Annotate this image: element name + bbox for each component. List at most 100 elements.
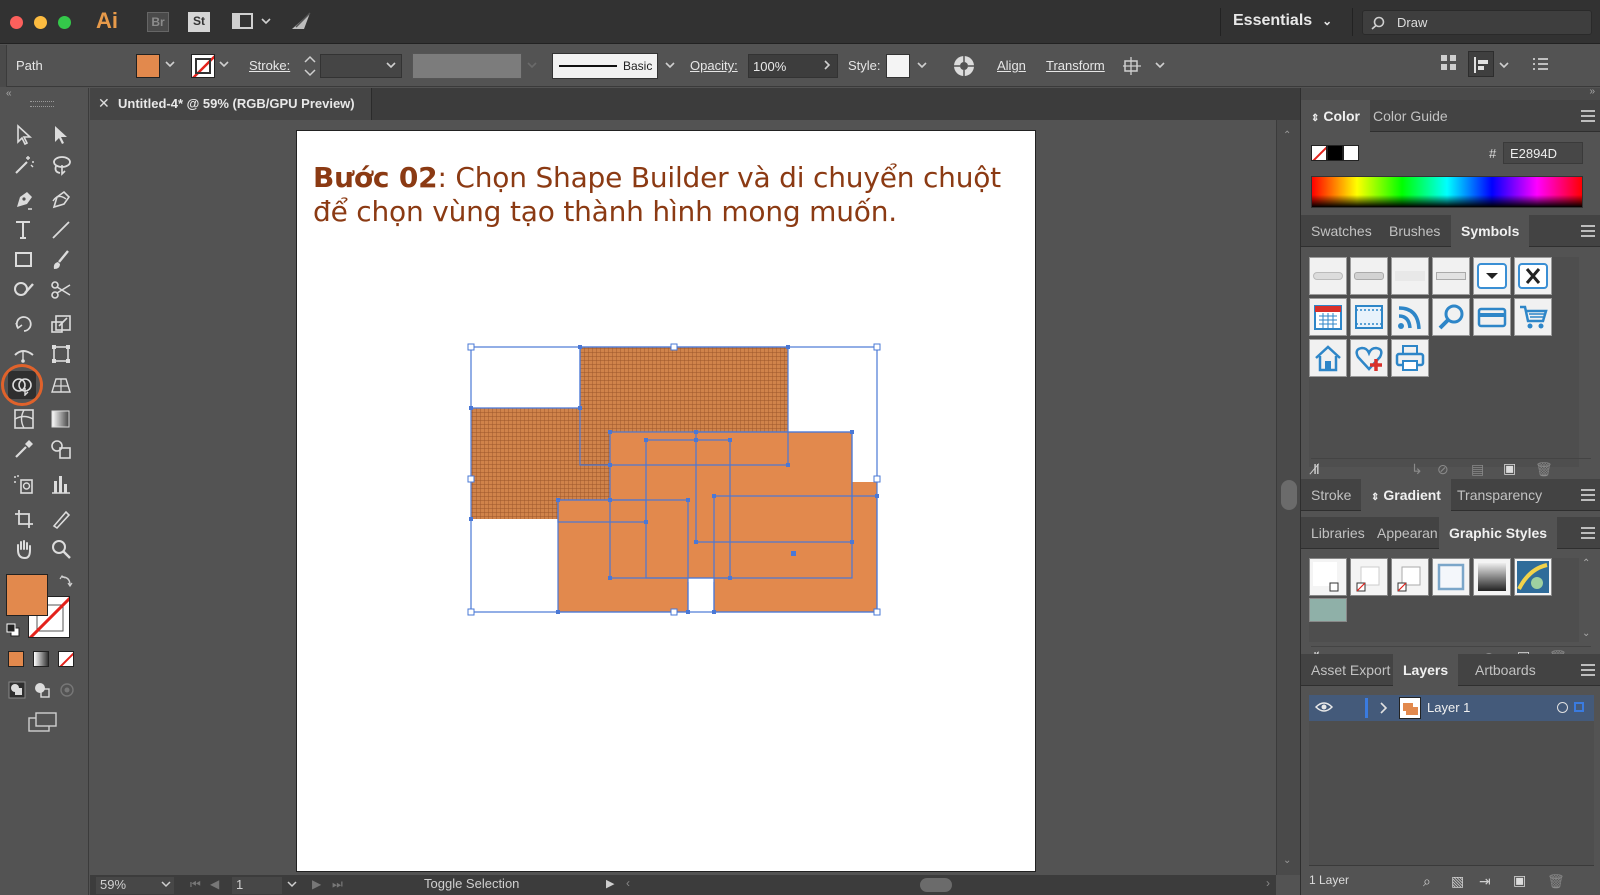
draw-behind-icon[interactable] bbox=[33, 681, 51, 699]
color-none-swatch[interactable] bbox=[1311, 145, 1327, 161]
layer-target-icon[interactable] bbox=[1557, 702, 1568, 713]
color-mode-button[interactable] bbox=[8, 651, 24, 667]
color-panel-menu-icon[interactable] bbox=[1581, 110, 1595, 122]
fill-color-swatch[interactable] bbox=[136, 54, 160, 78]
new-sublayer-icon[interactable]: ⇥ bbox=[1479, 873, 1491, 890]
tab-gradient[interactable]: ⇕ Gradient bbox=[1361, 479, 1451, 511]
variable-width-profile[interactable] bbox=[412, 53, 522, 79]
draw-normal-icon[interactable] bbox=[8, 681, 26, 699]
graphic-style-default[interactable] bbox=[1309, 558, 1347, 596]
scroll-thumb[interactable] bbox=[1281, 480, 1297, 510]
zoom-window-button[interactable] bbox=[58, 16, 71, 29]
stroke-dropdown-chevron-icon[interactable] bbox=[218, 58, 230, 70]
fill-dropdown-chevron-icon[interactable] bbox=[164, 58, 176, 70]
symbol-button-4[interactable] bbox=[1432, 257, 1470, 295]
heart-add-icon[interactable] bbox=[1350, 339, 1388, 377]
symbol-options-icon[interactable]: ▤ bbox=[1471, 461, 1484, 478]
draw-inside-icon[interactable] bbox=[58, 681, 76, 699]
place-symbol-icon[interactable]: ↳ bbox=[1411, 461, 1423, 478]
tab-graphic-styles[interactable]: Graphic Styles bbox=[1439, 517, 1558, 549]
graphic-style-blue-frame[interactable] bbox=[1432, 558, 1470, 596]
collapse-toolbar-icon[interactable]: « bbox=[6, 88, 12, 99]
tab-color[interactable]: ⇕ Color bbox=[1301, 100, 1370, 132]
selection-tool-icon[interactable] bbox=[10, 121, 38, 149]
break-link-icon[interactable]: ⊘ bbox=[1437, 461, 1449, 478]
shaper-tool-icon[interactable] bbox=[10, 276, 38, 304]
direct-selection-tool-icon[interactable] bbox=[47, 121, 75, 149]
hex-input[interactable]: E2894D bbox=[1503, 142, 1583, 164]
control-bar-grip[interactable] bbox=[0, 45, 7, 87]
delete-symbol-icon[interactable]: 🗑 bbox=[1535, 461, 1553, 478]
tab-stroke[interactable]: Stroke bbox=[1301, 479, 1361, 511]
tab-libraries[interactable]: Libraries bbox=[1301, 517, 1375, 549]
search-input[interactable]: Draw bbox=[1362, 10, 1592, 35]
free-transform-tool-icon[interactable] bbox=[47, 340, 75, 368]
align-link[interactable]: Align bbox=[997, 58, 1026, 73]
artboard-chevron-icon[interactable] bbox=[286, 878, 298, 890]
delete-layer-icon[interactable]: 🗑 bbox=[1547, 873, 1565, 890]
gpu-performance-icon[interactable] bbox=[290, 11, 314, 33]
magic-wand-tool-icon[interactable] bbox=[10, 151, 38, 179]
tab-brushes[interactable]: Brushes bbox=[1379, 215, 1450, 247]
tab-symbols[interactable]: Symbols bbox=[1451, 215, 1530, 247]
layer-row[interactable]: Layer 1 bbox=[1309, 695, 1594, 721]
recolor-artwork-icon[interactable] bbox=[952, 54, 976, 78]
locate-object-icon[interactable]: ⌕ bbox=[1423, 873, 1431, 890]
close-window-button[interactable] bbox=[10, 16, 23, 29]
credit-card-icon[interactable] bbox=[1473, 298, 1511, 336]
layers-panel-menu-icon[interactable] bbox=[1581, 664, 1595, 676]
new-symbol-icon[interactable]: ▣ bbox=[1503, 460, 1516, 477]
color-spectrum[interactable] bbox=[1311, 176, 1583, 208]
symbol-sprayer-tool-icon[interactable] bbox=[10, 470, 38, 498]
scroll-up-icon[interactable]: ⌃ bbox=[1283, 130, 1291, 141]
symbol-libraries-menu-icon[interactable]: Ⅱ̸ bbox=[1313, 461, 1320, 478]
brush-definition[interactable]: Basic bbox=[552, 53, 658, 79]
eyedropper-tool-icon[interactable] bbox=[10, 435, 38, 463]
color-black-swatch[interactable] bbox=[1327, 145, 1343, 161]
graphic-style-swatch[interactable] bbox=[886, 54, 910, 78]
last-artboard-icon[interactable]: ⏭ bbox=[332, 877, 343, 892]
shopping-cart-icon[interactable] bbox=[1514, 298, 1552, 336]
slice-tool-icon[interactable] bbox=[47, 505, 75, 533]
expand-layer-chevron-icon[interactable] bbox=[1379, 701, 1389, 715]
new-layer-icon[interactable]: ▣ bbox=[1513, 872, 1526, 889]
graphic-style-shadow-2[interactable] bbox=[1391, 558, 1429, 596]
rotate-tool-icon[interactable] bbox=[10, 310, 38, 338]
film-strip-icon[interactable] bbox=[1350, 298, 1388, 336]
isolate-selected-icon[interactable] bbox=[1122, 55, 1168, 77]
pen-tool-icon[interactable] bbox=[10, 186, 38, 214]
scissors-tool-icon[interactable] bbox=[47, 276, 75, 304]
tab-color-guide[interactable]: Color Guide bbox=[1363, 100, 1458, 132]
color-white-swatch[interactable] bbox=[1343, 145, 1359, 161]
gradient-tool-icon[interactable] bbox=[47, 405, 75, 433]
layer-selection-indicator[interactable] bbox=[1574, 702, 1584, 712]
layer-name[interactable]: Layer 1 bbox=[1427, 700, 1470, 715]
tab-artboards[interactable]: Artboards bbox=[1465, 654, 1546, 686]
stroke-color-swatch[interactable] bbox=[191, 54, 215, 78]
previous-artboard-icon[interactable]: ◀ bbox=[210, 877, 219, 891]
line-segment-tool-icon[interactable] bbox=[47, 216, 75, 244]
tab-asset-export[interactable]: Asset Export bbox=[1301, 654, 1400, 686]
control-menu-icon[interactable] bbox=[1533, 57, 1549, 71]
minimize-window-button[interactable] bbox=[34, 16, 47, 29]
clipping-mask-icon[interactable]: ▧ bbox=[1451, 873, 1464, 890]
blend-tool-icon[interactable] bbox=[47, 435, 75, 463]
stroke-label[interactable]: Stroke: bbox=[249, 58, 290, 73]
arrange-documents-icon[interactable] bbox=[232, 13, 272, 31]
calendar-icon[interactable] bbox=[1309, 298, 1347, 336]
toolbar-grip[interactable] bbox=[30, 101, 54, 107]
opacity-chevron-right-icon[interactable] bbox=[822, 59, 832, 71]
dropdown-symbol-icon[interactable] bbox=[1473, 257, 1511, 295]
home-icon[interactable] bbox=[1309, 339, 1347, 377]
next-artboard-icon[interactable]: ▶ bbox=[312, 877, 321, 891]
workspace-switcher[interactable]: Essentials ⌄ bbox=[1233, 12, 1332, 30]
scroll-right-icon[interactable]: › bbox=[1266, 876, 1270, 890]
first-artboard-icon[interactable]: ⏮ bbox=[190, 877, 201, 892]
transform-link[interactable]: Transform bbox=[1046, 58, 1105, 73]
arrange-panels-icon[interactable] bbox=[1440, 54, 1458, 72]
tab-layers[interactable]: Layers bbox=[1393, 654, 1459, 686]
vertical-scrollbar[interactable]: ⌃ ⌄ bbox=[1276, 120, 1300, 875]
tab-swatches[interactable]: Swatches bbox=[1301, 215, 1382, 247]
stroke-weight-chevron-icon[interactable] bbox=[385, 59, 397, 71]
distribute-chevron-icon[interactable] bbox=[1498, 59, 1510, 71]
